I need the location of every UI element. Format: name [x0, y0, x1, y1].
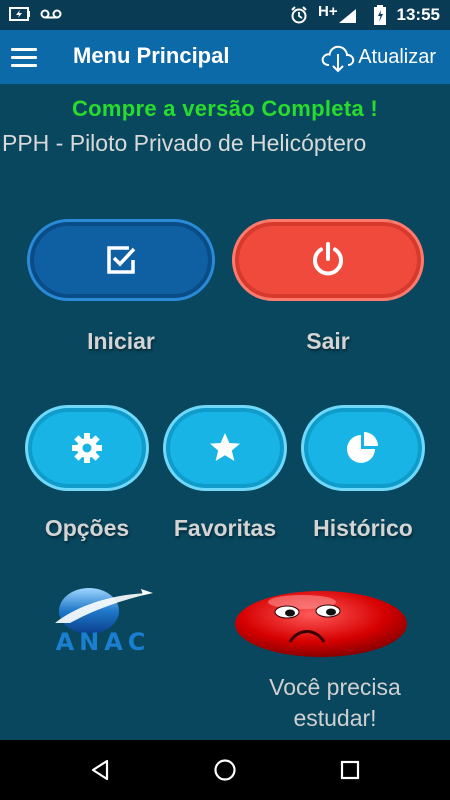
alarm-icon — [291, 6, 307, 24]
battery-icon — [374, 5, 386, 25]
gear-icon — [72, 433, 102, 463]
options-button[interactable] — [25, 405, 149, 491]
battery-saver-icon — [9, 7, 30, 21]
pie-chart-icon — [347, 432, 378, 463]
options-label[interactable]: Opções — [25, 515, 149, 542]
signal-icon — [339, 9, 356, 23]
history-button[interactable] — [301, 405, 425, 491]
exit-label[interactable]: Sair — [232, 328, 424, 355]
recent-apps-icon[interactable] — [338, 758, 362, 782]
favorites-button[interactable] — [163, 405, 287, 491]
start-button[interactable] — [27, 219, 215, 301]
status-bar: H+ 13:55 — [0, 0, 450, 30]
app-bar: Menu Principal Atualizar — [0, 30, 450, 84]
cloud-download-icon — [321, 45, 355, 73]
checkbox-icon — [107, 246, 136, 274]
clock: 13:55 — [396, 5, 440, 24]
exit-button[interactable] — [232, 219, 424, 301]
favorites-label[interactable]: Favoritas — [163, 515, 287, 542]
start-label[interactable]: Iniciar — [27, 328, 215, 355]
buy-full-version-link[interactable]: Compre a versão Completa ! — [0, 96, 450, 122]
history-label[interactable]: Histórico — [301, 515, 425, 542]
menu-icon[interactable] — [11, 48, 37, 67]
power-icon — [313, 242, 343, 276]
page-title: Menu Principal — [73, 43, 230, 68]
navigation-bar — [0, 740, 450, 800]
network-type: H+ — [318, 3, 338, 20]
back-icon[interactable] — [88, 758, 112, 782]
update-button[interactable]: Atualizar — [320, 40, 436, 74]
anac-logo-text: ANAC — [56, 628, 151, 656]
voicemail-icon — [40, 9, 62, 19]
star-icon — [210, 433, 240, 461]
home-icon[interactable] — [213, 758, 237, 782]
update-label: Atualizar — [358, 45, 436, 68]
course-title: PPH - Piloto Privado de Helicóptero — [2, 130, 367, 156]
sad-face-icon — [235, 591, 407, 657]
status-message: Você precisa estudar! — [269, 674, 401, 731]
anac-logo: ANAC — [55, 588, 153, 656]
